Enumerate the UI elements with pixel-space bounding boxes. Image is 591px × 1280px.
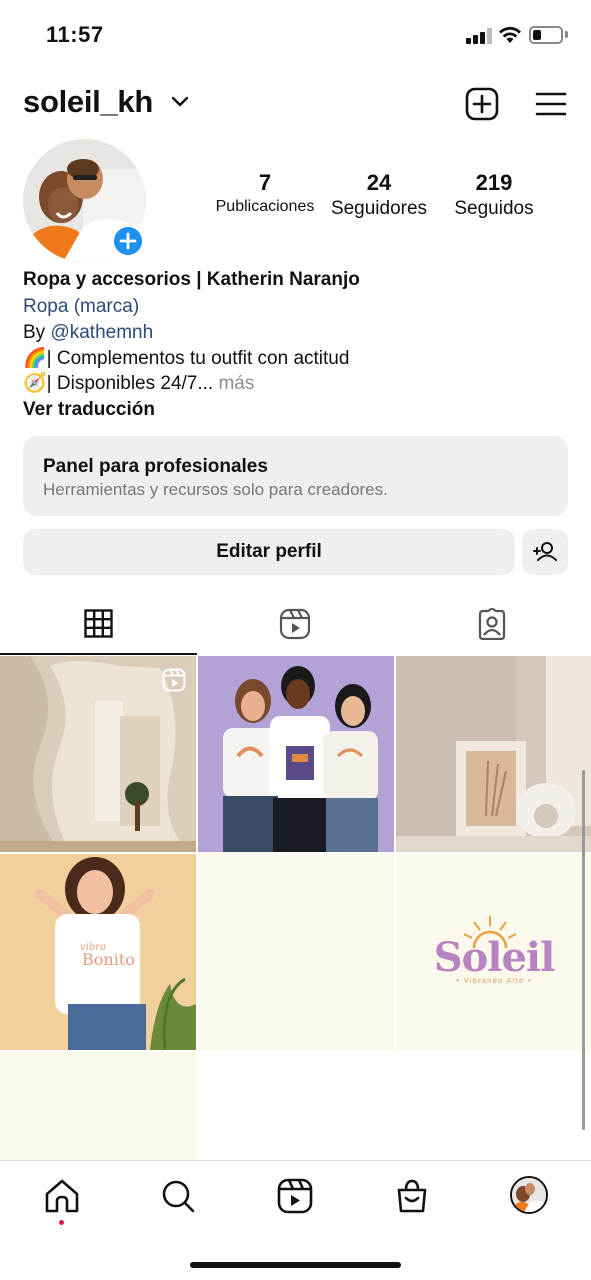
search-icon: [162, 1180, 195, 1213]
tab-reels[interactable]: [197, 600, 394, 654]
bio-more-link[interactable]: más: [213, 373, 254, 394]
bio-line-2-text: | Disponibles 24/7...: [46, 373, 214, 394]
following-label: Seguidos: [454, 198, 534, 219]
status-time: 11:57: [46, 22, 104, 47]
nav-shop[interactable]: [394, 1178, 430, 1214]
professional-dashboard[interactable]: Panel para profesionales Herramientas y …: [23, 436, 568, 516]
see-translation-link[interactable]: Ver traducción: [23, 397, 155, 423]
bio-line-1: 🌈| Complementos tu outfit con actitud: [23, 346, 349, 372]
followers-count: 24: [366, 170, 392, 195]
menu-icon[interactable]: [535, 91, 567, 117]
scrollbar[interactable]: [582, 770, 585, 1130]
profile-category[interactable]: Ropa (marca): [23, 294, 139, 320]
battery-nub: [565, 31, 568, 38]
grid-icon: [84, 609, 113, 638]
nav-search[interactable]: [160, 1178, 196, 1214]
wifi-icon: [499, 26, 521, 43]
tagged-icon: [478, 608, 506, 640]
grid-post-5[interactable]: [198, 854, 394, 1050]
active-tab-indicator: [0, 653, 197, 655]
profile-avatar-small: [512, 1178, 546, 1212]
brand-logo-text: Soleil: [433, 934, 556, 981]
nav-profile[interactable]: [510, 1176, 548, 1214]
following-count: 219: [475, 170, 513, 195]
bio-line-2: 🧭| Disponibles 24/7... más: [23, 371, 254, 397]
compass-emoji: 🧭: [23, 373, 47, 394]
grid-post-4[interactable]: vibra Bonito: [0, 854, 196, 1050]
add-person-icon: [533, 542, 557, 561]
grid-post-2[interactable]: [198, 656, 394, 852]
chevron-down-icon[interactable]: [171, 96, 189, 108]
new-post-icon[interactable]: [465, 87, 499, 121]
shop-icon: [397, 1179, 427, 1213]
cellular-signal-icon: [466, 28, 492, 44]
add-story-button[interactable]: [111, 224, 145, 258]
reel-badge-icon: [162, 668, 186, 692]
grid-post-3[interactable]: [396, 656, 591, 852]
posts-label: Publicaciones: [215, 198, 315, 215]
followers-label: Seguidores: [330, 198, 428, 219]
posts-count: 7: [258, 170, 272, 195]
bio-by-prefix: By: [23, 322, 51, 343]
rainbow-emoji: 🌈: [23, 348, 47, 369]
username-switcher[interactable]: soleil_kh: [23, 84, 153, 120]
reels-icon: [279, 608, 311, 640]
grid-post-1[interactable]: [0, 656, 196, 852]
home-indicator[interactable]: [190, 1262, 401, 1268]
profile-name: Ropa y accesorios | Katherin Naranjo: [23, 269, 360, 290]
professional-dashboard-title: Panel para profesionales: [43, 456, 268, 477]
discover-people-button[interactable]: [522, 529, 568, 575]
nav-home[interactable]: [44, 1178, 80, 1214]
bio-by-line: By @kathemnh: [23, 320, 153, 346]
professional-dashboard-subtitle: Herramientas y recursos solo para creado…: [43, 480, 388, 499]
grid-post-6[interactable]: Soleil • Vibrando Alto •: [396, 854, 591, 1050]
nav-reels[interactable]: [277, 1178, 313, 1214]
shirt-text: Bonito: [82, 950, 135, 969]
battery-icon: [529, 26, 563, 44]
tab-tagged[interactable]: [394, 600, 591, 654]
status-bar: 11:57: [0, 0, 591, 70]
home-icon: [45, 1179, 79, 1213]
grid-post-7[interactable]: [0, 1052, 196, 1160]
edit-profile-button[interactable]: Editar perfil: [23, 529, 515, 575]
bio-mention-link[interactable]: @kathemnh: [50, 322, 153, 343]
reels-icon: [277, 1178, 313, 1214]
bio-line-1-text: | Complementos tu outfit con actitud: [46, 348, 350, 369]
notification-dot: [59, 1220, 64, 1225]
tab-posts-grid[interactable]: [0, 600, 197, 654]
brand-tagline: • Vibrando Alto •: [455, 977, 533, 985]
